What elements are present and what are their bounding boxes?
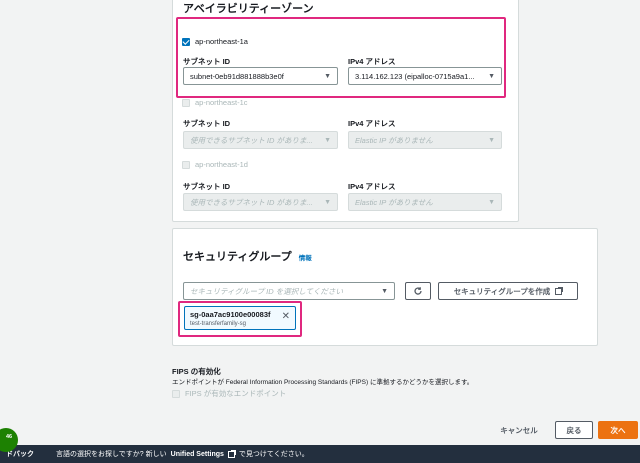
sg-select-placeholder: セキュリティグループ ID を選択してください: [190, 286, 343, 296]
highlight-az-1a: [176, 17, 506, 98]
az-name-1d: ap-northeast-1d: [195, 160, 248, 169]
next-button[interactable]: 次へ: [598, 421, 638, 439]
ipv4-value-1d: Elastic IP がありません: [355, 197, 433, 207]
checkbox-unchecked-icon: [182, 98, 190, 107]
ipv4-select-1d[interactable]: Elastic IP がありません ▼: [348, 193, 502, 211]
back-button[interactable]: 戻る: [555, 421, 593, 439]
bottom-bar: ドバック 言語の選択をお探しですか? 新しい Unified Settings …: [0, 445, 640, 463]
fips-checkbox[interactable]: FIPS が有効なエンドポイント: [172, 388, 286, 399]
checkbox-unchecked-icon: [182, 160, 190, 169]
subnet-value-1d: 使用できるサブネット ID がありま...: [190, 197, 313, 207]
unified-settings-link[interactable]: Unified Settings: [171, 451, 224, 458]
sg-refresh-button[interactable]: [405, 282, 431, 300]
az-checkbox-1c[interactable]: ap-northeast-1c: [182, 98, 248, 107]
external-link-icon: [555, 286, 564, 295]
ipv4-value-1c: Elastic IP がありません: [355, 135, 433, 145]
subnet-select-1c[interactable]: 使用できるサブネット ID がありま... ▼: [183, 131, 338, 149]
external-link-icon: [227, 449, 236, 458]
caret-down-icon: ▼: [488, 136, 495, 144]
fips-description: エンドポイントが Federal Information Processing …: [172, 379, 474, 386]
cancel-button[interactable]: キャンセル: [489, 421, 549, 439]
language-message-suffix: で見つけてください。: [238, 451, 309, 458]
subnet-value-1c: 使用できるサブネット ID がありま...: [190, 135, 313, 145]
ipv4-label-1d: IPv4 アドレス: [348, 182, 396, 191]
ipv4-label-1c: IPv4 アドレス: [348, 119, 396, 128]
az-name-1c: ap-northeast-1c: [195, 98, 248, 107]
create-sg-button[interactable]: セキュリティグループを作成: [438, 282, 578, 300]
badge-count: 46: [5, 434, 13, 440]
az-checkbox-1d[interactable]: ap-northeast-1d: [182, 160, 248, 169]
sg-info-link[interactable]: 情報: [299, 255, 312, 262]
caret-down-icon: ▼: [324, 136, 331, 144]
caret-down-icon: ▼: [488, 198, 495, 206]
sg-section-title: セキュリティグループ 情報: [183, 251, 312, 263]
language-message-prefix: 言語の選択をお探しですか? 新しい: [56, 451, 167, 458]
ipv4-select-1c[interactable]: Elastic IP がありません ▼: [348, 131, 502, 149]
az-section-title: アベイラビリティーゾーン: [183, 3, 314, 15]
refresh-icon: [414, 287, 422, 295]
subnet-label-1d: サブネット ID: [183, 182, 231, 191]
highlight-selected-sg: [178, 301, 302, 337]
subnet-select-1d[interactable]: 使用できるサブネット ID がありま... ▼: [183, 193, 338, 211]
create-sg-label: セキュリティグループを作成: [453, 286, 551, 296]
caret-down-icon: ▼: [324, 198, 331, 206]
sg-select[interactable]: セキュリティグループ ID を選択してください ▼: [183, 282, 395, 300]
fips-checkbox-label: FIPS が有効なエンドポイント: [185, 389, 287, 398]
caret-down-icon: ▼: [381, 287, 388, 295]
checkbox-unchecked-icon: [172, 389, 180, 398]
subnet-label-1c: サブネット ID: [183, 119, 231, 128]
